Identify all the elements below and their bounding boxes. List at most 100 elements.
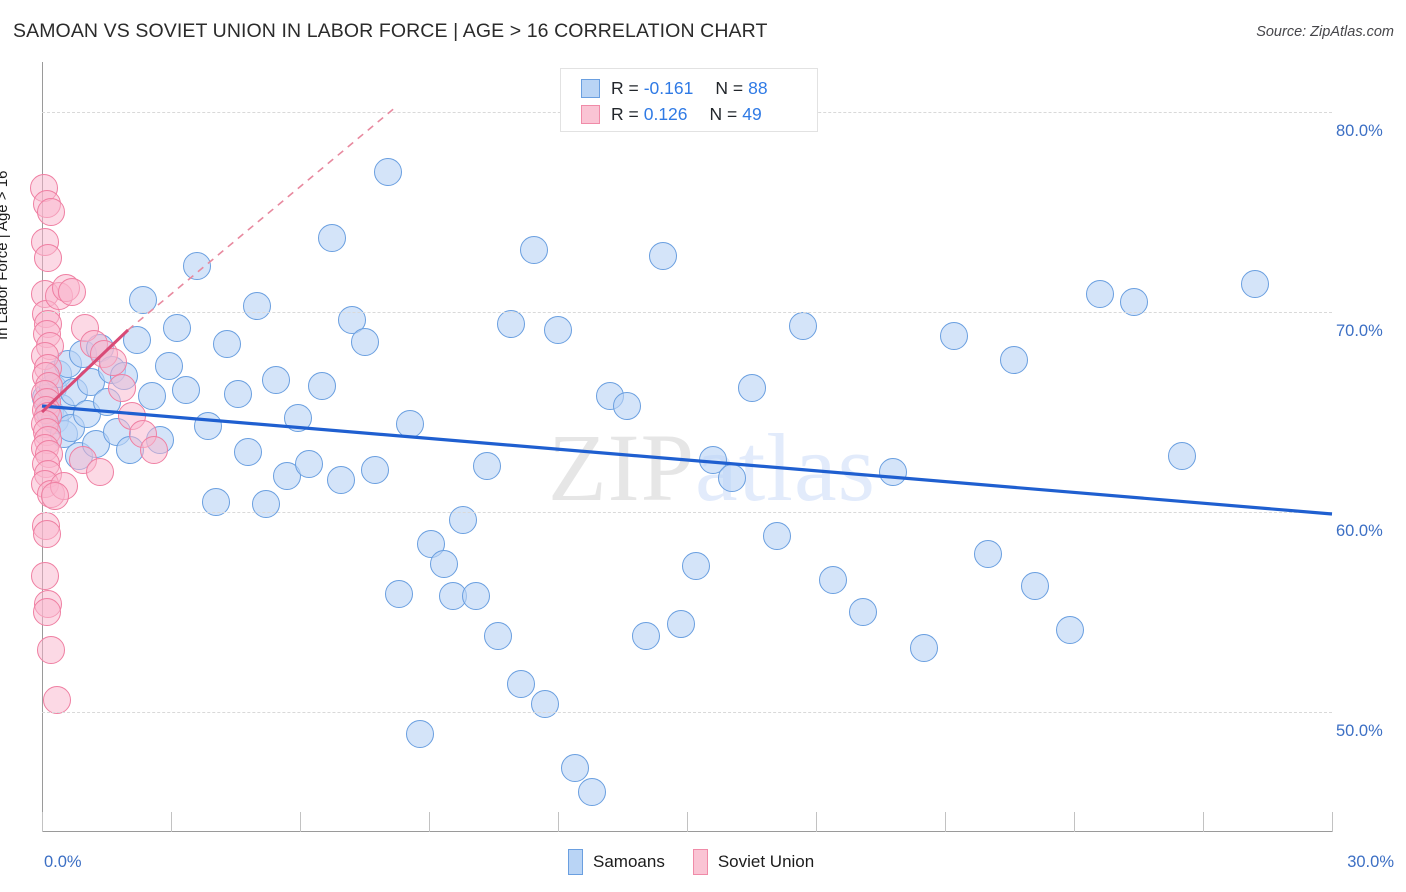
scatter-point-blue (406, 720, 435, 748)
scatter-point-blue (223, 380, 252, 408)
scatter-point-blue (1240, 270, 1269, 298)
stats-swatch-samoans (581, 78, 600, 98)
scatter-point-pink (33, 520, 62, 548)
scatter-point-blue (326, 466, 355, 494)
x-axis-max-label: 30.0% (1347, 853, 1394, 871)
scatter-point-blue (122, 326, 151, 354)
scatter-point-blue (507, 670, 536, 698)
y-tick-label: 70.0% (1336, 322, 1383, 340)
scatter-point-blue (737, 374, 766, 402)
scatter-point-blue (718, 464, 747, 492)
correlation-stats-box: R = -0.161 N = 88 R = 0.126 N = 49 (560, 68, 818, 132)
scatter-point-pink (98, 348, 127, 376)
scatter-point-blue (909, 634, 938, 662)
scatter-point-blue (1055, 616, 1084, 644)
scatter-point-blue (212, 330, 241, 358)
scatter-point-blue (473, 452, 502, 480)
scatter-point-blue (307, 372, 336, 400)
scatter-point-blue (763, 522, 792, 550)
scatter-point-blue (462, 582, 491, 610)
y-axis-title: In Labor Force | Age > 16 (0, 170, 11, 340)
scatter-point-blue (789, 312, 818, 340)
scatter-point-blue (531, 690, 560, 718)
x-tick-mark (1203, 812, 1204, 832)
scatter-point-blue (294, 450, 323, 478)
scatter-point-blue (129, 286, 158, 314)
x-tick-mark (1332, 812, 1333, 832)
source-attribution: Source: ZipAtlas.com (1256, 24, 1394, 40)
scatter-point-pink (37, 636, 66, 664)
scatter-point-blue (561, 754, 590, 782)
scatter-point-blue (182, 252, 211, 280)
scatter-point-pink (34, 244, 63, 272)
gridline-70.0 (42, 312, 1332, 313)
scatter-point-blue (449, 506, 478, 534)
scatter-point-pink (30, 562, 59, 590)
x-tick-mark (300, 812, 301, 832)
stats-n-label-soviet-union: N = (709, 103, 738, 124)
stats-n-value-samoans: 88 (748, 77, 768, 98)
scatter-point-blue (649, 242, 678, 270)
gridline-50.0 (42, 712, 1332, 713)
scatter-point-blue (544, 316, 572, 344)
stats-swatch-soviet-union (581, 104, 600, 124)
scatter-point-blue (520, 236, 549, 264)
scatter-point-blue (496, 310, 525, 338)
x-tick-mark (558, 812, 559, 832)
x-tick-mark (171, 812, 172, 832)
scatter-point-blue (939, 322, 968, 350)
y-tick-label: 50.0% (1336, 722, 1383, 740)
legend-label-samoans: Samoans (593, 852, 665, 871)
scatter-point-blue (666, 610, 695, 638)
legend-label-soviet-union: Soviet Union (717, 852, 815, 871)
scatter-point-blue (612, 392, 641, 420)
scatter-point-blue (384, 580, 413, 608)
scatter-point-blue (163, 314, 192, 342)
scatter-point-blue (193, 412, 222, 440)
x-tick-mark (429, 812, 430, 832)
scatter-point-blue (849, 598, 878, 626)
scatter-point-blue (974, 540, 1002, 568)
scatter-point-pink (139, 436, 168, 464)
scatter-point-blue (154, 352, 183, 380)
scatter-point-blue (879, 458, 908, 486)
scatter-point-blue (361, 456, 390, 484)
scatter-point-blue (262, 366, 291, 394)
scatter-point-blue (681, 552, 710, 580)
correlation-chart: SAMOAN VS SOVIET UNION IN LABOR FORCE | … (0, 0, 1406, 892)
scatter-point-pink (107, 374, 136, 402)
x-tick-mark (945, 812, 946, 832)
scatter-point-blue (483, 622, 512, 650)
stats-row-samoans: R = -0.161 N = 88 (581, 75, 817, 101)
scatter-point-blue (350, 328, 379, 356)
legend-item-samoans[interactable]: Samoans (568, 849, 665, 875)
stats-r-label-soviet-union: R = (611, 103, 639, 124)
scatter-point-blue (1021, 572, 1050, 600)
scatter-point-blue (430, 550, 459, 578)
scatter-point-pink (58, 278, 87, 306)
scatter-point-pink (86, 458, 115, 486)
scatter-point-blue (1085, 280, 1114, 308)
x-tick-mark (687, 812, 688, 832)
series-legend: Samoans Soviet Union (568, 849, 842, 875)
x-tick-mark (42, 812, 43, 832)
x-axis-min-label: 0.0% (44, 853, 82, 871)
scatter-point-blue (172, 376, 201, 404)
stats-r-value-samoans: -0.161 (643, 77, 694, 98)
scatter-point-blue (318, 224, 347, 252)
scatter-point-pink (40, 482, 69, 510)
plot-area (30, 62, 1332, 832)
scatter-point-blue (1167, 442, 1196, 470)
stats-n-value-soviet-union: 49 (742, 103, 762, 124)
scatter-point-pink (36, 198, 65, 226)
scatter-point-blue (251, 490, 280, 518)
scatter-point-blue (283, 404, 312, 432)
scatter-point-pink (32, 598, 61, 626)
x-tick-mark (816, 812, 817, 832)
legend-swatch-samoans (568, 849, 583, 875)
legend-item-soviet-union[interactable]: Soviet Union (692, 849, 815, 875)
stats-row-soviet-union: R = 0.126 N = 49 (581, 101, 817, 127)
page-title: SAMOAN VS SOVIET UNION IN LABOR FORCE | … (13, 20, 768, 42)
y-tick-label: 80.0% (1336, 122, 1383, 140)
x-tick-mark (1074, 812, 1075, 832)
